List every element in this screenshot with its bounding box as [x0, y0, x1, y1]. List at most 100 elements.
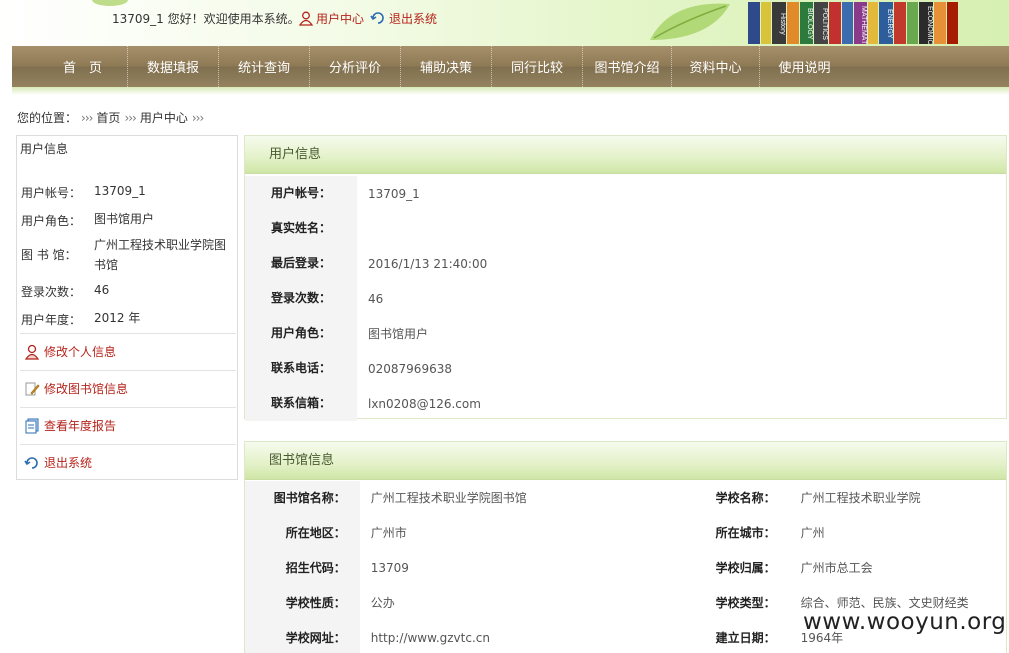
logout-icon	[370, 12, 384, 24]
annual-report-label: 查看年度报告	[44, 419, 117, 433]
left-logout-link[interactable]: 退出系统	[20, 444, 236, 480]
book-spine	[934, 2, 946, 44]
nav-item[interactable]: 同行比较	[492, 46, 583, 87]
left-info-value: 13709_1	[94, 184, 146, 198]
user-icon	[299, 11, 313, 26]
breadcrumb-separator: ›››	[81, 110, 93, 125]
book-spine	[947, 2, 958, 44]
logout-label: 退出系统	[389, 12, 438, 26]
book-spine-label: ECONOMICS	[926, 6, 933, 44]
library-info-row: 招生代码： 13709 学校归属： 广州市总工会	[245, 551, 1006, 586]
nav-item[interactable]: 辅助决策	[401, 46, 492, 87]
book-spine-label	[761, 6, 771, 42]
user-center-link[interactable]: 用户中心	[299, 10, 364, 27]
library-info-key: 学校性质：	[245, 586, 360, 621]
bookshelf-decoration: History BIOLOGY POLITICS MATHEMATICS ENERGY E…	[748, 0, 988, 44]
nav-item[interactable]: 分析评价	[310, 46, 401, 87]
breadcrumb-home[interactable]: 首页	[96, 109, 120, 126]
edit-profile-link[interactable]: 修改个人信息	[20, 333, 236, 369]
book-spine: MATHEMATICS	[854, 2, 867, 44]
user-info-key: 联系信箱：	[245, 386, 357, 421]
top-header: 13709_1 您好！欢迎使用本系统。 用户中心 退出系统 History BIO…	[0, 0, 1009, 46]
edit-document-icon	[25, 382, 40, 395]
book-spine	[787, 2, 799, 44]
user-info-row: 最后登录： 2016/1/13 21:40:00	[245, 246, 1006, 281]
user-info-row: 用户角色： 图书馆用户	[245, 316, 1006, 351]
user-info-value: lxn0208@126.com	[368, 396, 481, 411]
book-spine-label	[934, 6, 946, 42]
report-icon	[25, 418, 39, 433]
left-info-value: 2012 年	[94, 311, 141, 325]
user-info-key: 最后登录：	[245, 246, 357, 281]
book-spine: BIOLOGY	[800, 2, 813, 44]
logout-icon	[24, 456, 38, 469]
user-info-value: 02087969638	[368, 361, 452, 376]
user-info-key: 联系电话：	[245, 351, 357, 386]
left-info-key: 用户帐号：	[21, 186, 82, 200]
book-spine-label	[907, 6, 918, 42]
watermark-text: www.wooyun.org	[803, 609, 1007, 635]
book-spine	[748, 2, 760, 44]
user-info-value: 图书馆用户	[368, 327, 429, 341]
left-info-account: 用户帐号： 13709_1	[21, 184, 234, 201]
welcome-text: 13709_1 您好！欢迎使用本系统。	[112, 12, 300, 26]
library-info-value: 13709	[359, 551, 662, 586]
library-info-key: 所在地区：	[245, 516, 360, 551]
library-info-key: 学校归属：	[661, 551, 790, 586]
left-info-library: 图 书 馆： 广州工程技术职业学院图书馆	[21, 235, 234, 275]
nav-item[interactable]: 图书馆介绍	[583, 46, 672, 87]
library-info-value: 广州市总工会	[800, 561, 873, 575]
main-nav: 首 页数据填报 统计查询 分析评价 辅助决策 同行比较 图书馆介绍 资料中心 使用说明	[12, 46, 1009, 87]
book-spine	[868, 2, 878, 44]
library-info-key: 学校类型：	[661, 586, 790, 621]
user-info-key: 真实姓名：	[245, 211, 357, 246]
library-info-key: 招生代码：	[245, 551, 360, 586]
user-info-value: 2016/1/13 21:40:00	[368, 256, 488, 271]
nav-item[interactable]: 首 页	[12, 46, 128, 87]
left-info-role: 用户角色： 图书馆用户	[21, 212, 234, 229]
library-info-row: 图书馆名称： 广州工程技术职业学院图书馆 学校名称： 广州工程技术职业学院	[245, 481, 1006, 516]
edit-library-link[interactable]: 修改图书馆信息	[20, 370, 236, 406]
user-info-row: 真实姓名：	[245, 211, 1006, 246]
book-spine: History	[772, 2, 786, 44]
book-spine	[761, 2, 771, 44]
user-info-title: 用户信息	[245, 136, 1006, 174]
user-info-row: 联系信箱： lxn0208@126.com	[245, 386, 1006, 421]
user-info-row: 联系电话： 02087969638	[245, 351, 1006, 386]
user-info-value: 46	[368, 291, 384, 306]
breadcrumb-prefix: 您的位置：	[17, 111, 78, 125]
breadcrumb-user-center[interactable]: 用户中心	[140, 109, 188, 126]
book-spine-label	[829, 6, 841, 42]
left-info-key: 用户角色：	[21, 214, 82, 228]
book-spine-label	[894, 6, 906, 42]
book-spine-label: POLITICS	[821, 8, 828, 40]
book-spine: ECONOMICS	[919, 2, 933, 44]
leaf-decoration-left	[92, 0, 128, 6]
nav-item[interactable]: 使用说明	[760, 46, 849, 87]
left-info-key: 登录次数：	[21, 285, 82, 299]
annual-report-link[interactable]: 查看年度报告	[20, 407, 236, 443]
book-spine-label	[842, 6, 853, 42]
library-info-title: 图书馆信息	[245, 442, 1006, 480]
book-spine: ENERGY	[879, 2, 893, 44]
library-info-key: 所在城市：	[661, 516, 790, 551]
library-info-key: 建立日期：	[661, 621, 790, 653]
nav-item[interactable]: 数据填报	[128, 46, 219, 87]
book-spine	[907, 2, 918, 44]
book-spine-label	[748, 6, 760, 42]
book-spine-label	[947, 6, 958, 42]
library-info-value: 广州市	[359, 516, 662, 551]
breadcrumb-separator: ›››	[124, 110, 136, 125]
nav-item[interactable]: 资料中心	[672, 46, 760, 87]
book-spine	[842, 2, 853, 44]
left-info-value: 图书馆用户	[94, 212, 155, 226]
library-info-value: 广州工程技术职业学院	[800, 491, 921, 505]
book-spine-label: BIOLOGY	[806, 8, 813, 40]
left-logout-label: 退出系统	[44, 456, 93, 470]
user-info-row: 登录次数： 46	[245, 281, 1006, 316]
library-info-key: 图书馆名称：	[245, 481, 360, 516]
left-info-value: 46	[94, 283, 110, 297]
header-logout-link[interactable]: 退出系统	[370, 10, 437, 27]
nav-item[interactable]: 统计查询	[219, 46, 310, 87]
left-info-login-count: 登录次数： 46	[21, 283, 234, 300]
